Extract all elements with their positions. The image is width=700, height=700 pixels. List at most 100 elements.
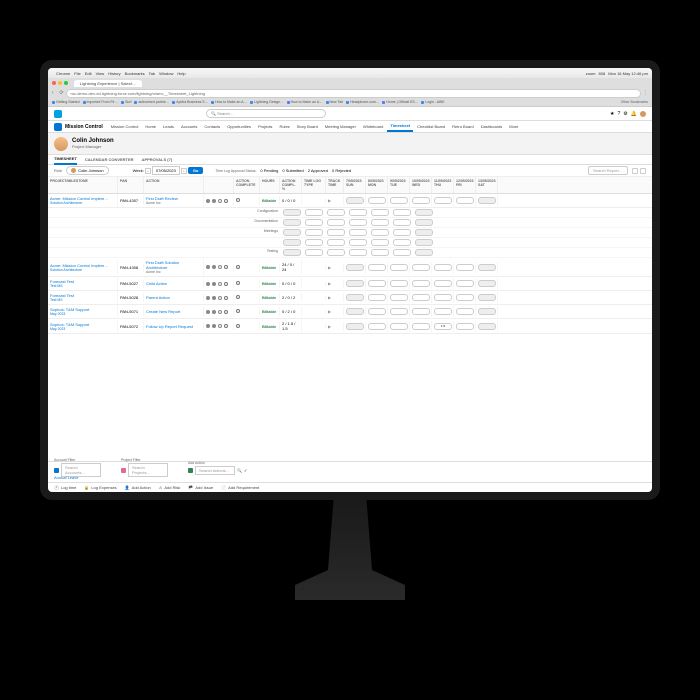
nav-accounts[interactable]: Accounts bbox=[178, 122, 200, 131]
url-input[interactable]: mc-demo-dev-ed.lightning.force.com/light… bbox=[66, 89, 641, 98]
action-complete-checkbox[interactable] bbox=[236, 324, 240, 328]
day-thu-input[interactable] bbox=[371, 249, 389, 256]
day-wed-input[interactable] bbox=[349, 249, 367, 256]
nav-leads[interactable]: Leads bbox=[160, 122, 177, 131]
search-report-input[interactable]: Search Report… bbox=[588, 166, 628, 175]
bookmark-item[interactable]: Home | Official ES… bbox=[382, 100, 418, 104]
nav-meeting-manager[interactable]: Meeting Manager bbox=[322, 122, 359, 131]
bookmark-item[interactable]: Login - AWE bbox=[421, 100, 444, 104]
day-sat-input[interactable] bbox=[415, 219, 433, 226]
day-mon-input[interactable] bbox=[305, 219, 323, 226]
edit-icon[interactable] bbox=[218, 282, 222, 286]
day-tue-input[interactable] bbox=[390, 197, 408, 204]
day-wed-input[interactable] bbox=[412, 294, 430, 301]
day-fri-input[interactable] bbox=[393, 249, 411, 256]
day-fri-input[interactable] bbox=[393, 219, 411, 226]
row-checkbox[interactable] bbox=[224, 282, 228, 286]
nav-story-board[interactable]: Story Board bbox=[294, 122, 321, 131]
row-checkbox[interactable] bbox=[224, 324, 228, 328]
calendar-icon[interactable] bbox=[212, 324, 216, 328]
menu-bookmarks[interactable]: Bookmarks bbox=[125, 71, 145, 76]
menu-history[interactable]: History bbox=[108, 71, 120, 76]
close-icon[interactable] bbox=[52, 81, 56, 85]
day-tue-input[interactable] bbox=[390, 308, 408, 315]
search-icon[interactable]: 🔍 bbox=[237, 468, 242, 473]
notifications-icon[interactable]: 🔔 bbox=[631, 111, 637, 117]
day-tue-input[interactable] bbox=[327, 239, 345, 246]
status-icon[interactable] bbox=[206, 296, 210, 300]
day-tue-input[interactable] bbox=[390, 280, 408, 287]
day-tue-input[interactable] bbox=[327, 219, 345, 226]
nav-home[interactable]: Home bbox=[142, 122, 159, 131]
col-time-log-type[interactable]: TIME LOG TYPE bbox=[302, 177, 326, 193]
day-sun-input[interactable] bbox=[283, 209, 301, 216]
col-action-compl-pct[interactable]: ACTION COMPL. % bbox=[280, 177, 302, 193]
action-complete-checkbox[interactable] bbox=[236, 281, 240, 285]
status-icon[interactable] bbox=[206, 265, 210, 269]
day-mon-input[interactable] bbox=[368, 294, 386, 301]
day-wed-input[interactable] bbox=[412, 308, 430, 315]
day-thu-input[interactable] bbox=[371, 229, 389, 236]
day-sun-input[interactable] bbox=[283, 239, 301, 246]
track-time-icon[interactable]: ▶ bbox=[328, 324, 331, 329]
bookmark-item[interactable]: Imported From Fir… bbox=[83, 100, 119, 104]
day-mon-input[interactable] bbox=[368, 197, 386, 204]
calendar-icon[interactable] bbox=[212, 199, 216, 203]
day-sat-input[interactable] bbox=[415, 229, 433, 236]
maximize-icon[interactable] bbox=[64, 81, 68, 85]
day-mon-input[interactable] bbox=[305, 239, 323, 246]
day-sun-input[interactable] bbox=[346, 280, 364, 287]
day-tue-input[interactable] bbox=[327, 209, 345, 216]
milestone-link[interactable]: Test MS bbox=[50, 284, 115, 288]
menu-help[interactable]: Help bbox=[177, 71, 185, 76]
day-fri-input[interactable] bbox=[456, 280, 474, 287]
go-button[interactable]: Go bbox=[188, 167, 204, 174]
window-controls[interactable] bbox=[52, 81, 68, 85]
nav-roles[interactable]: Roles bbox=[276, 122, 292, 131]
day-thu-input[interactable] bbox=[371, 209, 389, 216]
day-fri-input[interactable] bbox=[456, 197, 474, 204]
add-issue-button[interactable]: 🏴Add Issue bbox=[188, 485, 213, 490]
day-tue-input[interactable] bbox=[327, 249, 345, 256]
milestone-link[interactable]: Test MS bbox=[50, 298, 115, 302]
day-thu-input[interactable] bbox=[434, 294, 452, 301]
nav-projects[interactable]: Projects bbox=[255, 122, 275, 131]
day-tue-input[interactable] bbox=[390, 323, 408, 330]
action-link[interactable]: Child Action bbox=[146, 281, 201, 286]
track-time-icon[interactable]: ▶ bbox=[328, 281, 331, 286]
help-icon[interactable]: ? bbox=[617, 111, 620, 117]
action-link[interactable]: Follow Up Report Request bbox=[146, 324, 201, 329]
milestone-link[interactable]: May 2023 bbox=[50, 327, 115, 331]
day-thu-input[interactable] bbox=[371, 219, 389, 226]
calendar-icon[interactable] bbox=[212, 282, 216, 286]
bookmark-item[interactable]: New Tab bbox=[326, 100, 344, 104]
day-mon-input[interactable] bbox=[368, 308, 386, 315]
project-link[interactable]: Acme: Mission Control Implem… bbox=[50, 263, 115, 268]
action-complete-checkbox[interactable] bbox=[236, 265, 240, 269]
check-icon[interactable]: ✓ bbox=[244, 468, 247, 473]
forward-icon[interactable]: › bbox=[56, 90, 58, 96]
menu-window[interactable]: Window bbox=[159, 71, 173, 76]
edit-icon[interactable] bbox=[218, 296, 222, 300]
action-link[interactable]: Parent Action bbox=[146, 295, 201, 300]
day-tue-input[interactable] bbox=[327, 229, 345, 236]
day-sun-input[interactable] bbox=[283, 249, 301, 256]
row-checkbox[interactable] bbox=[224, 199, 228, 203]
day-sat-input[interactable] bbox=[478, 197, 496, 204]
day-fri-input[interactable] bbox=[393, 209, 411, 216]
reload-icon[interactable]: ⟳ bbox=[59, 90, 63, 96]
day-wed-input[interactable] bbox=[349, 209, 367, 216]
other-bookmarks[interactable]: Other Bookmarks bbox=[621, 100, 648, 104]
day-wed-input[interactable] bbox=[412, 323, 430, 330]
col-action[interactable]: ACTION bbox=[144, 177, 204, 193]
day-thu-input[interactable] bbox=[434, 264, 452, 271]
menu-view[interactable]: View bbox=[96, 71, 105, 76]
browser-tab[interactable]: Lightning Experience | Salesf… bbox=[74, 80, 142, 87]
user-avatar-icon[interactable] bbox=[640, 111, 646, 117]
calendar-icon[interactable] bbox=[212, 265, 216, 269]
day-sat-input[interactable] bbox=[415, 209, 433, 216]
favorites-icon[interactable]: ★ bbox=[610, 111, 614, 117]
bookmark-item[interactable]: How to Make an A… bbox=[211, 100, 247, 104]
prev-week-button[interactable]: ‹ bbox=[145, 168, 151, 174]
tab-approvals[interactable]: APPROVALS (7) bbox=[142, 155, 173, 164]
